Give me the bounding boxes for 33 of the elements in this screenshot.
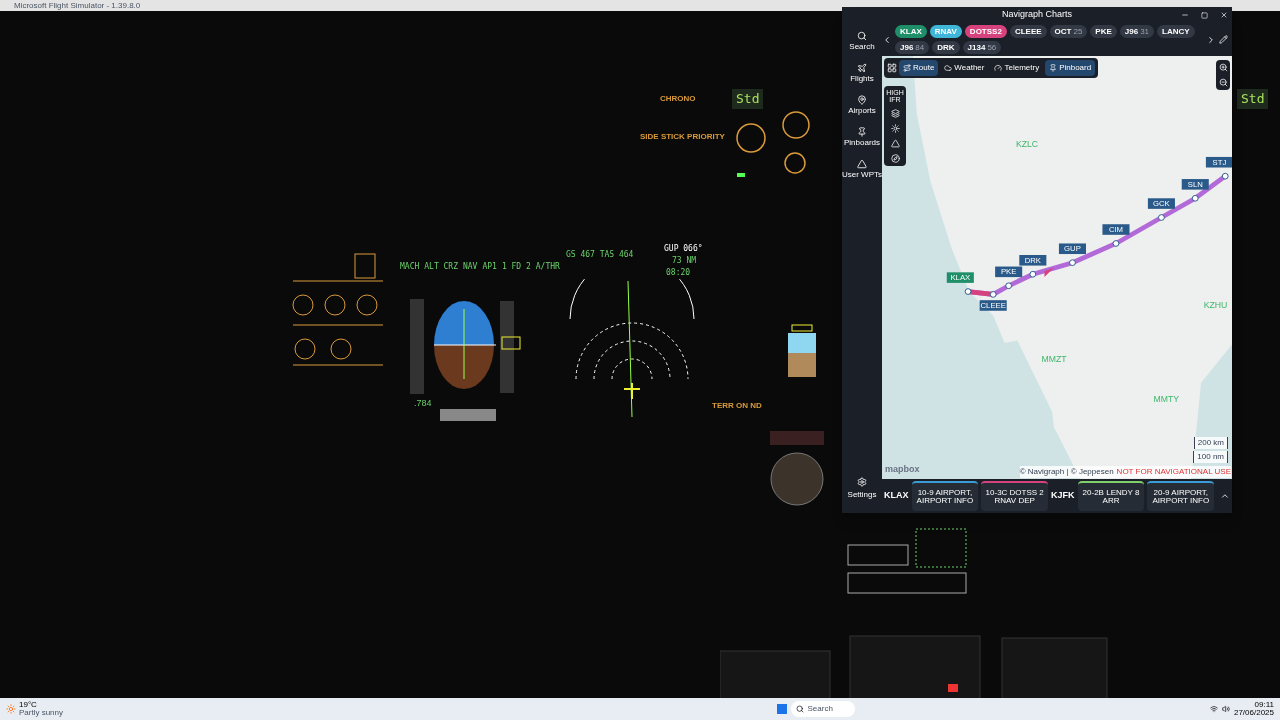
airport-code: KJFK — [1051, 489, 1075, 503]
fma-annunciation: 1 FD 2 — [501, 261, 531, 273]
baro-display: Std — [1237, 89, 1269, 109]
baro-display: Std — [732, 89, 764, 109]
airspace-region-label: KZHU — [1203, 299, 1228, 310]
fma-annunciation: A/THR — [535, 261, 560, 273]
fma-annunciation: AP1 — [482, 261, 497, 273]
fma-annunciation: NAV — [463, 261, 478, 273]
panel-label: SIDE STICK PRIORITY — [640, 131, 725, 143]
airspace-region-label: MMTY — [1153, 394, 1180, 405]
airport-code: KLAX — [884, 489, 909, 503]
mach-readout: .784 — [414, 397, 432, 410]
weather-temperature: 19°C — [19, 701, 38, 709]
nd-readout: GS 467 TAS 464 — [566, 249, 634, 261]
scale-bar: 200 km — [1193, 437, 1228, 449]
map-attribution: © Navigraph | © Jeppesen — [1019, 466, 1114, 478]
app-title: Microsoft Flight Simulator - 1.39.8.0 — [13, 1, 141, 10]
scale-bar: 100 nm — [1193, 451, 1228, 463]
fma-annunciation: ALT CRZ — [424, 261, 458, 273]
clock-time: 09:11 — [1254, 701, 1274, 709]
window-title: Navigraph Charts — [1002, 8, 1072, 22]
airspace-region-label: KZLC — [1015, 139, 1039, 150]
map-brand: mapbox — [885, 462, 920, 476]
panel-label: CHRONO — [660, 93, 696, 105]
clock-date: 27/06/2025 — [1233, 709, 1274, 717]
map-warning: NOT FOR NAVIGATIONAL USE — [1116, 466, 1231, 478]
panel-label: TERR ON ND — [712, 400, 762, 412]
nd-readout: 73 NM — [672, 255, 697, 267]
nd-readout: GUP 066° — [664, 243, 703, 255]
airspace-region-label: MMZT — [1041, 353, 1067, 364]
nd-readout: 08:20 — [666, 267, 691, 279]
fma-annunciation: MACH — [400, 261, 420, 273]
weather-condition: Partly sunny — [19, 709, 64, 717]
